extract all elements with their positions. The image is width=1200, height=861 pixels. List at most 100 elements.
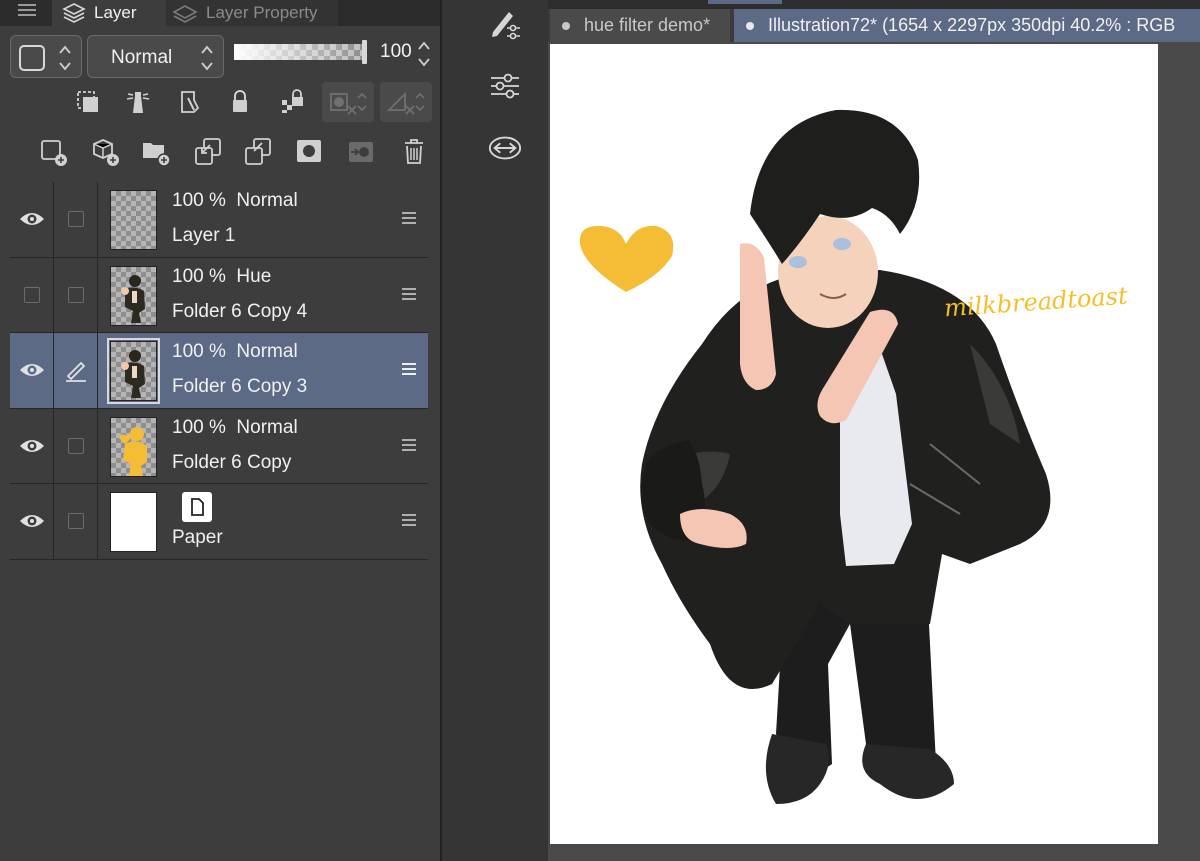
unsaved-dot-icon — [562, 21, 570, 30]
layers-icon — [62, 3, 86, 23]
checkbox[interactable] — [68, 513, 84, 530]
layer-list: 100 % Normal Layer 1 100 % Hue Folder 6 … — [10, 182, 428, 560]
visibility-toggle[interactable] — [10, 182, 54, 257]
layer-drag-handle-icon[interactable] — [402, 363, 416, 378]
layer-drag-handle-icon[interactable] — [402, 212, 416, 227]
blend-mode-value: Normal — [111, 47, 173, 68]
visibility-toggle[interactable] — [10, 257, 54, 332]
mask-enable-icon — [330, 92, 367, 115]
figure-shoes — [862, 744, 954, 799]
layer-lock-checkbox[interactable] — [55, 182, 98, 257]
checkbox[interactable] — [68, 437, 84, 454]
visibility-toggle[interactable] — [10, 484, 54, 559]
trash-icon — [405, 139, 423, 164]
layer-mask-icon — [297, 140, 321, 162]
clip-to-layer-below-button[interactable] — [70, 84, 106, 120]
draft-icon — [181, 91, 200, 113]
layer-thumbnail — [110, 492, 157, 552]
new-folder-button[interactable] — [138, 134, 174, 170]
palette-menu-icon[interactable] — [18, 4, 36, 18]
tab-illustration72[interactable]: Illustration72* (1654 x 2297px 350dpi 40… — [734, 9, 1200, 42]
layer-row-selected[interactable]: 100 % Normal Folder 6 Copy 3 — [10, 333, 428, 409]
tab-layer-property[interactable]: Layer Property — [166, 0, 338, 26]
layer-name: Folder 6 Copy 4 — [172, 300, 308, 322]
mask-enable-button[interactable] — [322, 82, 374, 122]
ruler-enable-icon — [386, 91, 425, 115]
new-vector-layer-button[interactable] — [88, 134, 124, 170]
layer-drag-handle-icon[interactable] — [402, 438, 416, 454]
layer-opacity-blend: 100 % Normal — [172, 341, 298, 362]
eye-icon — [19, 439, 44, 452]
layer-name: Paper — [172, 527, 223, 548]
lock-icon — [233, 90, 247, 112]
checkbox[interactable] — [68, 211, 84, 228]
layer-drag-handle-icon[interactable] — [402, 514, 416, 529]
lighthouse-icon — [126, 92, 150, 113]
opacity-value[interactable]: 100 — [380, 41, 412, 63]
tab-layer-property-label: Layer Property — [206, 3, 318, 22]
delete-layer-button[interactable] — [396, 134, 432, 170]
tab-layer[interactable]: Layer — [52, 0, 166, 26]
create-layer-mask-button[interactable] — [292, 134, 328, 170]
heart-shape — [579, 225, 674, 292]
transfer-button[interactable] — [487, 130, 523, 166]
new-vector-layer-icon — [93, 139, 119, 166]
doc-tab-label: Illustration72* (1654 x 2297px 350dpi 40… — [768, 15, 1176, 35]
apply-mask-icon — [349, 142, 373, 162]
visibility-toggle[interactable] — [10, 333, 54, 408]
opacity-slider-handle[interactable] — [362, 40, 367, 64]
layer-panel: Layer Layer Property Normal 100 100 % No… — [0, 0, 440, 861]
blend-mode-dropdown[interactable]: Normal — [87, 35, 224, 78]
tool-property-button[interactable] — [487, 6, 523, 42]
layer-options-row — [0, 80, 440, 128]
paper-layer-icon — [182, 492, 212, 522]
tab-hue-filter-demo[interactable]: hue filter demo* — [550, 9, 730, 42]
checkbox[interactable] — [68, 286, 84, 303]
transfer-down-icon — [195, 138, 221, 165]
reference-layer-button[interactable] — [120, 84, 156, 120]
figure-shoes — [765, 734, 829, 804]
tab-layer-label: Layer — [94, 3, 137, 22]
ruler-enable-button[interactable] — [380, 82, 432, 122]
command-bar-vertical — [442, 0, 548, 861]
figure-thumbnail-icon — [121, 350, 145, 398]
opacity-slider[interactable] — [234, 40, 368, 64]
layer-row[interactable]: 100 % Hue Folder 6 Copy 4 — [10, 257, 428, 333]
layer-opacity-blend: 100 % Hue — [172, 265, 272, 287]
layer-name: Folder 6 Copy 3 — [172, 376, 308, 397]
lock-layer-button[interactable] — [222, 84, 258, 120]
lock-transparency-button[interactable] — [274, 84, 310, 120]
transfer-to-lower-layer-button[interactable] — [190, 134, 226, 170]
draft-layer-button[interactable] — [172, 84, 208, 120]
layer-name: Layer 1 — [172, 225, 236, 246]
eye-icon — [19, 364, 44, 377]
layer-drag-handle-icon[interactable] — [402, 287, 416, 303]
layer-thumbnail — [110, 265, 157, 326]
swap-arrows-icon — [488, 136, 522, 160]
layer-lock-checkbox[interactable] — [55, 257, 98, 332]
expression-color-dropdown[interactable] — [10, 35, 82, 78]
visibility-toggle[interactable] — [10, 408, 54, 483]
clip-icon — [77, 91, 98, 112]
layer-row[interactable]: Paper — [10, 484, 428, 560]
checkbox[interactable] — [23, 286, 40, 303]
spin-arrows-icon — [57, 42, 73, 74]
layer-lock-checkbox[interactable] — [55, 408, 98, 483]
color-adjust-button[interactable] — [487, 68, 523, 104]
layer-opacity-blend: 100 % Normal — [172, 416, 298, 438]
layer-actions-row — [0, 128, 440, 176]
layer-row[interactable]: 100 % Normal Folder 6 Copy — [10, 408, 428, 484]
layer-lock-checkbox[interactable] — [55, 484, 98, 559]
tab-strip-header — [548, 0, 1200, 9]
canvas-area: hue filter demo* Illustration72* (1654 x… — [548, 0, 1200, 861]
combine-to-lower-layer-button[interactable] — [240, 134, 276, 170]
opacity-slider-track[interactable] — [234, 44, 362, 60]
sliders-icon — [491, 73, 519, 99]
opacity-spin-arrows-icon[interactable] — [416, 38, 432, 70]
drawing-canvas[interactable]: milkbreadtoast — [550, 44, 1158, 844]
apply-mask-button[interactable] — [344, 134, 380, 170]
layer-row[interactable]: 100 % Normal Layer 1 — [10, 182, 428, 258]
editing-layer-indicator — [55, 333, 98, 408]
new-raster-layer-button[interactable] — [36, 134, 72, 170]
lock-transparency-icon — [282, 89, 303, 113]
